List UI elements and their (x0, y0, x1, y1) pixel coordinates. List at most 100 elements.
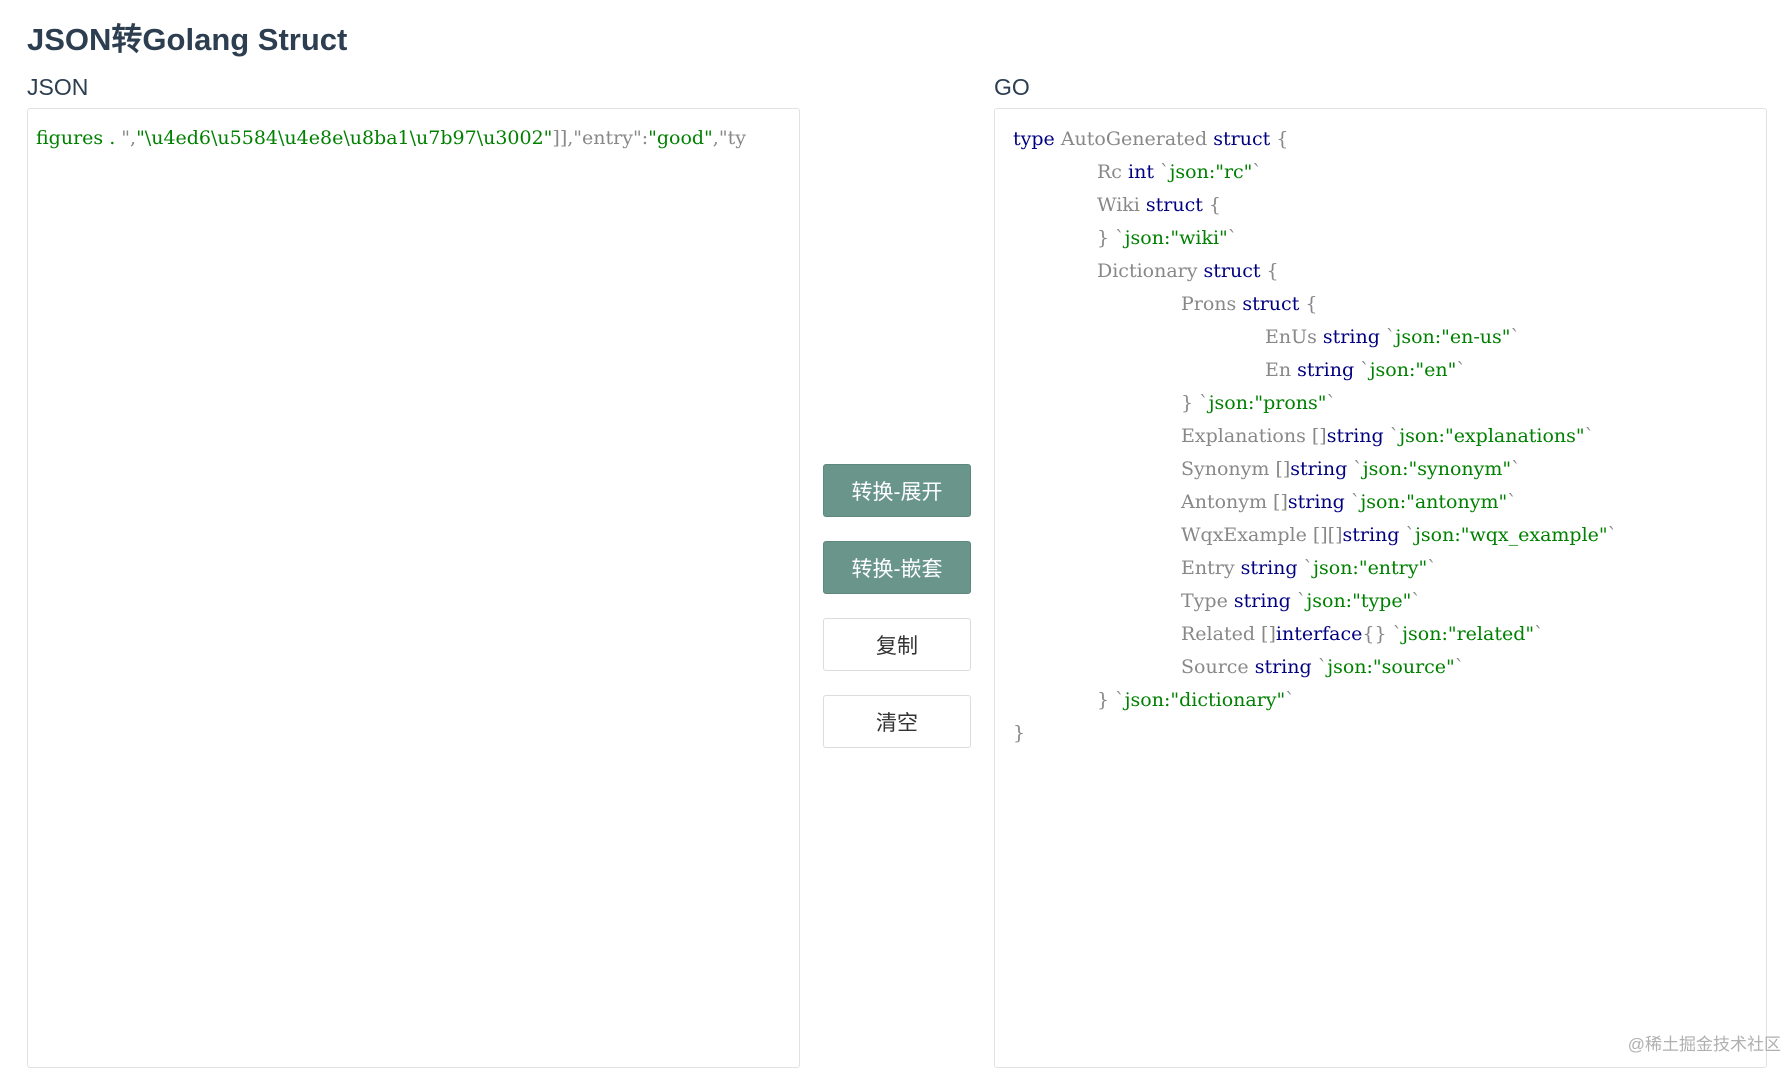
go-token: string (1322, 326, 1380, 348)
go-token: struct (1203, 260, 1261, 282)
convert-expand-button[interactable]: 转换-展开 (823, 464, 971, 517)
go-token: Rc (1097, 161, 1128, 183)
go-token: { (1270, 128, 1289, 150)
go-token: Prons (1181, 293, 1243, 315)
go-token: ` (1227, 227, 1238, 249)
go-token: ` (1153, 161, 1170, 183)
go-code-line: Dictionary struct { (1097, 255, 1279, 288)
go-code-line: Antonym []string `json:"antonym"` (1181, 486, 1517, 519)
json-label: JSON (27, 74, 89, 100)
go-token: struct (1145, 194, 1203, 216)
go-token: ` (1354, 359, 1370, 381)
json-token: ]],"entry": (552, 127, 649, 149)
go-token: json:"related" (1402, 623, 1535, 645)
go-token: json:"wqx_example" (1415, 524, 1608, 546)
go-token: json:"synonym" (1362, 458, 1512, 480)
go-code-line: En string `json:"en"` (1265, 354, 1466, 387)
go-token: json:"prons" (1208, 392, 1327, 414)
go-token: ` (1607, 524, 1618, 546)
go-token: WqxExample [][] (1181, 524, 1343, 546)
go-token: En (1265, 359, 1298, 381)
json-input-text: figures . ","\u4ed6\u5584\u4e8e\u8ba1\u7… (36, 127, 746, 149)
go-output-editor[interactable]: type AutoGenerated struct { Rc int `json:… (994, 108, 1767, 1068)
go-token: json:"dictionary" (1124, 689, 1286, 711)
go-token: ` (1427, 557, 1437, 579)
go-code-line: } `json:"prons"` (1181, 387, 1336, 420)
go-token: Entry (1181, 557, 1241, 579)
go-token: string (1233, 590, 1291, 612)
go-token: string (1342, 524, 1400, 546)
go-token: interface (1275, 623, 1363, 645)
go-token: EnUs (1265, 326, 1323, 348)
go-token: ` (1456, 359, 1466, 381)
go-code-line: Related []interface{} `json:"related"` (1181, 618, 1544, 651)
go-token: { (1299, 293, 1318, 315)
go-code-line: WqxExample [][]string `json:"wqx_example… (1181, 519, 1617, 552)
page-title: JSON转Golang Struct (27, 22, 348, 57)
go-code-line: Prons struct { (1181, 288, 1317, 321)
go-token: string (1297, 359, 1355, 381)
json-token: "\u4ed6\u5584\u4e8e\u8ba1\u7b97\u3002" (136, 127, 553, 149)
go-token: ` (1411, 590, 1421, 612)
go-token: ` (1454, 656, 1465, 678)
go-token: ` (1379, 326, 1396, 348)
go-token: string (1254, 656, 1312, 678)
go-token: type (1013, 128, 1055, 150)
go-token: string (1290, 458, 1348, 480)
go-code-line: } `json:"dictionary"` (1097, 684, 1295, 717)
watermark: @稀土掘金技术社区 (1627, 1035, 1781, 1054)
go-token: AutoGenerated (1054, 128, 1214, 150)
go-code-line: } `json:"wiki"` (1097, 222, 1237, 255)
go-code-line: Type string `json:"type"` (1181, 585, 1421, 618)
go-token: string (1326, 425, 1384, 447)
go-token: } ` (1181, 392, 1209, 414)
go-token: json:"explanations" (1399, 425, 1585, 447)
go-token: ` (1507, 491, 1517, 513)
go-token: ` (1326, 392, 1337, 414)
go-token: } ` (1097, 227, 1125, 249)
go-token: ` (1290, 590, 1307, 612)
go-token: ` (1252, 161, 1262, 183)
go-token: ` (1347, 458, 1363, 480)
go-token: ` (1285, 689, 1295, 711)
go-token: json:"rc" (1169, 161, 1253, 183)
go-code-line: Entry string `json:"entry"` (1181, 552, 1437, 585)
go-label: GO (994, 74, 1030, 100)
copy-button[interactable]: 复制 (823, 618, 971, 671)
go-token: ` (1584, 425, 1595, 447)
go-token: Dictionary (1097, 260, 1204, 282)
go-token: json:"entry" (1313, 557, 1428, 579)
json-token: ,"ty (712, 127, 746, 149)
go-token: { (1202, 194, 1222, 216)
go-token: Wiki (1097, 194, 1146, 216)
go-token: Type (1181, 590, 1234, 612)
json-token: ", (121, 127, 137, 149)
go-token: string (1240, 557, 1298, 579)
go-code-line: Synonym []string `json:"synonym"` (1181, 453, 1521, 486)
go-token: ` (1383, 425, 1400, 447)
go-token: } (1013, 722, 1026, 744)
clear-button[interactable]: 清空 (823, 695, 971, 748)
go-token: string (1287, 491, 1345, 513)
go-token: struct (1213, 128, 1271, 150)
go-token: Explanations [] (1181, 425, 1327, 447)
json-token: figures . (36, 127, 122, 149)
json-input-editor[interactable]: figures . ","\u4ed6\u5584\u4e8e\u8ba1\u7… (27, 108, 800, 1068)
go-code-line: Rc int `json:"rc"` (1097, 156, 1262, 189)
go-token: Synonym [] (1181, 458, 1291, 480)
go-token: json:"wiki" (1124, 227, 1228, 249)
convert-nested-button[interactable]: 转换-嵌套 (823, 541, 971, 594)
go-code-line: Wiki struct { (1097, 189, 1221, 222)
go-token: json:"type" (1306, 590, 1412, 612)
go-token: ` (1311, 656, 1328, 678)
go-token: ` (1399, 524, 1416, 546)
go-token: ` (1297, 557, 1314, 579)
go-token: ` (1344, 491, 1361, 513)
go-token: Related [] (1181, 623, 1276, 645)
go-token: json:"en" (1369, 359, 1457, 381)
go-token: ` (1511, 458, 1521, 480)
go-token: { (1260, 260, 1279, 282)
json-token: "good" (648, 127, 713, 149)
go-token: {} ` (1362, 623, 1403, 645)
go-token: Source (1181, 656, 1255, 678)
